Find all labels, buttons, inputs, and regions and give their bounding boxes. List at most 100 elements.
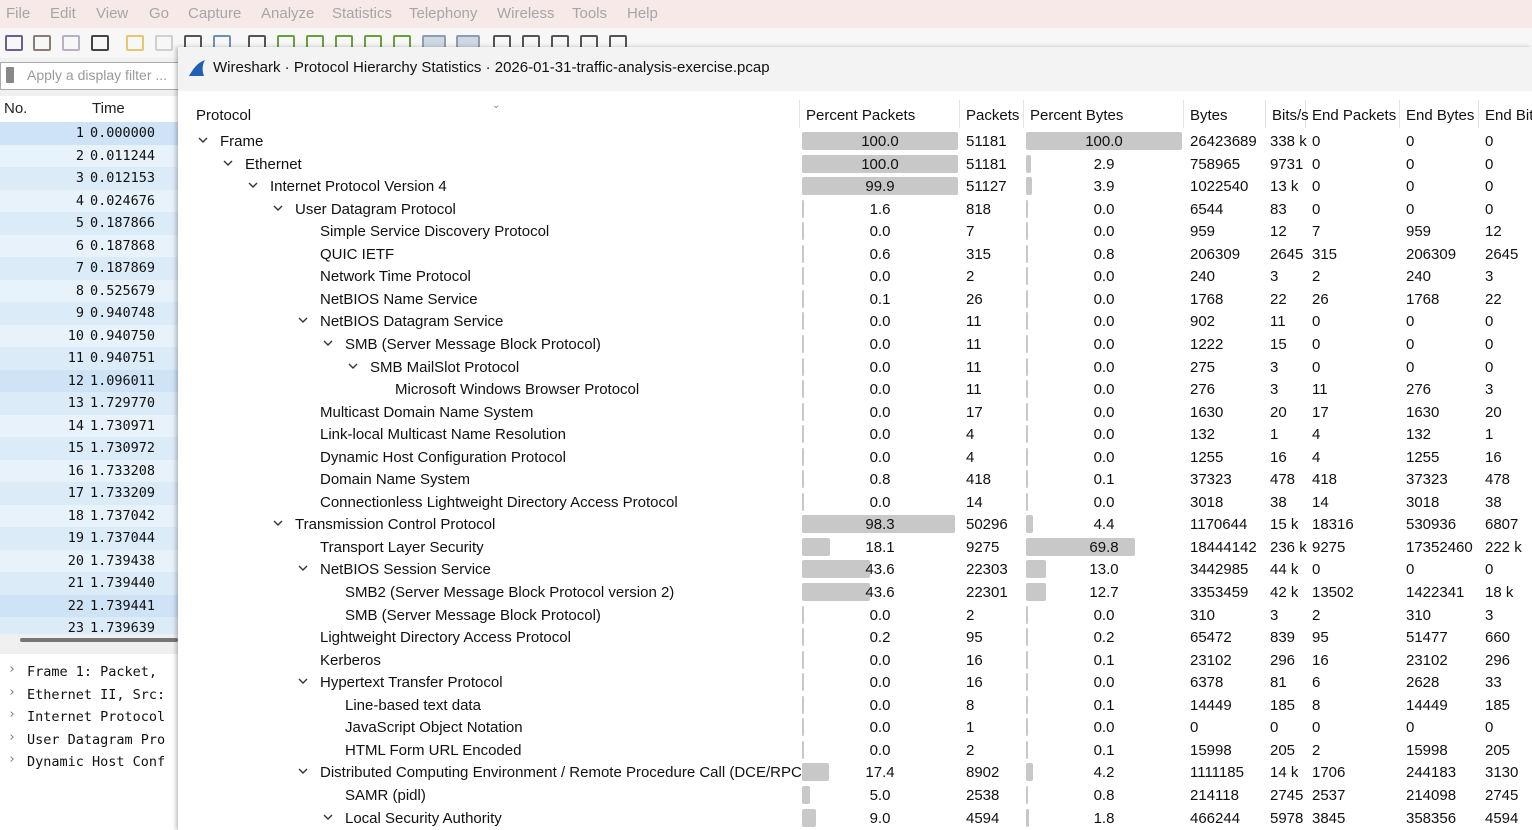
packet-row[interactable]: 13 1.729770 xyxy=(0,392,178,415)
chevron-right-icon[interactable]: › xyxy=(8,752,16,767)
protocol-row[interactable]: NetBIOS Session Service 43.6 22303 13.0 3442… xyxy=(190,558,1532,581)
chevron-down-icon[interactable] xyxy=(271,201,285,215)
protocol-row[interactable]: Multicast Domain Name System 0.0 17 0.0 1630… xyxy=(190,401,1532,424)
menu-view[interactable]: View xyxy=(96,5,128,22)
packet-row[interactable]: 19 1.737044 xyxy=(0,527,178,550)
column-header-bits-s[interactable]: Bits/s xyxy=(1266,100,1309,128)
display-filter-input[interactable]: Apply a display filter ... xyxy=(27,67,167,83)
chevron-right-icon[interactable]: › xyxy=(8,730,16,745)
protocol-row[interactable]: Domain Name System 0.8 418 0.1 37323 478 418 37… xyxy=(190,468,1532,491)
protocol-row[interactable]: Link-local Multicast Name Resolution 0.0 4… xyxy=(190,423,1532,446)
packet-row[interactable]: 16 1.733208 xyxy=(0,459,178,482)
menu-edit[interactable]: Edit xyxy=(50,5,76,22)
protocol-row[interactable]: Line-based text data 0.0 8 0.1 14449 185 8 1444… xyxy=(190,694,1532,717)
packet-row[interactable]: 11 0.940751 xyxy=(0,347,178,370)
dialog-title-bar[interactable]: Wireshark · Protocol Hierarchy Statistic… xyxy=(178,47,1532,91)
protocol-row[interactable]: SMB MailSlot Protocol 0.0 11 0.0 275 3 0 0 0 xyxy=(190,356,1532,379)
packet-row[interactable]: 17 1.733209 xyxy=(0,482,178,505)
menu-capture[interactable]: Capture xyxy=(188,5,241,22)
column-header-percent-bytes[interactable]: Percent Bytes xyxy=(1024,100,1184,128)
protocol-row[interactable]: Kerberos 0.0 16 0.1 23102 296 16 23102 296 xyxy=(190,649,1532,672)
protocol-row[interactable]: Frame 100.0 51181 100.0 26423689 338 k 0 0 0 xyxy=(190,130,1532,153)
chevron-right-icon[interactable]: › xyxy=(8,707,16,722)
column-header-packets[interactable]: Packets xyxy=(960,100,1024,128)
chevron-down-icon[interactable] xyxy=(346,359,360,373)
protocol-row[interactable]: Distributed Computing Environment / Remo… xyxy=(190,761,1532,784)
packet-row[interactable]: 22 1.739441 xyxy=(0,594,178,617)
packet-row[interactable]: 14 1.730971 xyxy=(0,414,178,437)
protocol-row[interactable]: SMB (Server Message Block Protocol) 0.0 2 0… xyxy=(190,604,1532,627)
stop-icon[interactable] xyxy=(33,35,51,51)
protocol-row[interactable]: User Datagram Protocol 1.6 818 0.0 6544 83 0 0 0 xyxy=(190,198,1532,221)
menu-telephony[interactable]: Telephony xyxy=(409,5,477,22)
protocol-row[interactable]: Transport Layer Security 18.1 9275 69.8 1844… xyxy=(190,536,1532,559)
protocol-row[interactable]: HTML Form URL Encoded 0.0 2 0.1 15998 205 2 159… xyxy=(190,739,1532,762)
chevron-down-icon[interactable] xyxy=(196,133,210,147)
chevron-down-icon[interactable] xyxy=(271,516,285,530)
shark-fin-icon[interactable] xyxy=(5,35,23,51)
packet-row[interactable]: 5 0.187866 xyxy=(0,212,178,235)
protocol-row[interactable]: QUIC IETF 0.6 315 0.8 206309 2645 315 206309 264… xyxy=(190,243,1532,266)
open-folder-icon[interactable] xyxy=(126,35,144,51)
menu-wireless[interactable]: Wireless xyxy=(497,5,555,22)
protocol-row[interactable]: SMB (Server Message Block Protocol) 0.0 11… xyxy=(190,333,1532,356)
packet-row[interactable]: 3 0.012153 xyxy=(0,167,178,190)
packet-row[interactable]: 9 0.940748 xyxy=(0,302,178,325)
protocol-row[interactable]: Connectionless Lightweight Directory Acc… xyxy=(190,491,1532,514)
protocol-row[interactable]: Local Security Authority 9.0 4594 1.8 466244… xyxy=(190,807,1532,830)
menu-tools[interactable]: Tools xyxy=(572,5,607,22)
packet-row[interactable]: 18 1.737042 xyxy=(0,504,178,527)
protocol-row[interactable]: Simple Service Discovery Protocol 0.0 7 0.0… xyxy=(190,220,1532,243)
packet-row[interactable]: 4 0.024676 xyxy=(0,189,178,212)
protocol-row[interactable]: Microsoft Windows Browser Protocol 0.0 11 0… xyxy=(190,378,1532,401)
protocol-row[interactable]: JavaScript Object Notation 0.0 1 0.0 0 0 0 0 0 xyxy=(190,716,1532,739)
column-header-no[interactable]: No. xyxy=(4,100,27,117)
packet-row[interactable]: 21 1.739440 xyxy=(0,572,178,595)
column-header-end-packets[interactable]: End Packets xyxy=(1306,100,1400,128)
menu-file[interactable]: File xyxy=(6,5,30,22)
restart-icon[interactable] xyxy=(62,35,80,51)
packet-row[interactable]: 2 0.011244 xyxy=(0,144,178,167)
packet-row[interactable]: 1 0.000000 xyxy=(0,122,178,145)
protocol-row[interactable]: NetBIOS Name Service 0.1 26 0.0 1768 22 26 1768… xyxy=(190,288,1532,311)
chevron-right-icon[interactable]: › xyxy=(8,662,16,677)
protocol-row[interactable]: Lightweight Directory Access Protocol 0.2… xyxy=(190,626,1532,649)
display-filter-bar[interactable]: Apply a display filter ... xyxy=(0,62,190,90)
protocol-hierarchy-tree[interactable]: Protocol Percent Packets Packets Percent By… xyxy=(190,100,1532,830)
protocol-row[interactable]: Internet Protocol Version 4 99.9 51127 3.9 1… xyxy=(190,175,1532,198)
column-header-end-bytes[interactable]: End Bytes xyxy=(1400,100,1479,128)
column-header-end-bit[interactable]: End Bit xyxy=(1479,100,1532,128)
packet-list[interactable]: 1 0.000000 2 0.011244 3 0.012153 4 0.024676 5 0.1… xyxy=(0,122,178,634)
column-header-percent-packets[interactable]: Percent Packets xyxy=(800,100,960,128)
chevron-down-icon[interactable] xyxy=(296,764,310,778)
chevron-right-icon[interactable]: › xyxy=(8,685,16,700)
protocol-row[interactable]: Network Time Protocol 0.0 2 0.0 240 3 2 240 3 xyxy=(190,265,1532,288)
chevron-down-icon[interactable] xyxy=(221,156,235,170)
menu-help[interactable]: Help xyxy=(627,5,658,22)
chevron-down-icon[interactable] xyxy=(296,561,310,575)
packet-row[interactable]: 12 1.096011 xyxy=(0,369,178,392)
chevron-down-icon[interactable] xyxy=(246,178,260,192)
packet-row[interactable]: 8 0.525679 xyxy=(0,279,178,302)
column-header-bytes[interactable]: Bytes xyxy=(1184,100,1266,128)
column-header-time[interactable]: Time xyxy=(92,100,125,117)
packet-row[interactable]: 20 1.739438 xyxy=(0,549,178,572)
chevron-down-icon[interactable] xyxy=(321,810,335,824)
menu-analyze[interactable]: Analyze xyxy=(261,5,314,22)
protocol-row[interactable]: SMB2 (Server Message Block Protocol vers… xyxy=(190,581,1532,604)
protocol-row[interactable]: Ethernet 100.0 51181 2.9 758965 9731 0 0 0 xyxy=(190,153,1532,176)
menu-statistics[interactable]: Statistics xyxy=(332,5,392,22)
packet-row[interactable]: 10 0.940750 xyxy=(0,324,178,347)
packet-row[interactable]: 23 1.739639 xyxy=(0,617,178,634)
options-gear-icon[interactable] xyxy=(91,35,109,51)
chevron-down-icon[interactable] xyxy=(296,674,310,688)
chevron-down-icon[interactable] xyxy=(296,313,310,327)
chevron-down-icon[interactable] xyxy=(321,336,335,350)
packet-row[interactable]: 7 0.187869 xyxy=(0,257,178,280)
packet-details-pane[interactable]: › Frame 1: Packet, › Ethernet II, Src: › Inte… xyxy=(0,654,178,830)
packet-row[interactable]: 15 1.730972 xyxy=(0,437,178,460)
protocol-row[interactable]: Transmission Control Protocol 98.3 50296 4.… xyxy=(190,513,1532,536)
packet-row[interactable]: 6 0.187868 xyxy=(0,234,178,257)
file-icon[interactable] xyxy=(155,35,173,51)
bookmark-icon[interactable] xyxy=(6,67,14,83)
